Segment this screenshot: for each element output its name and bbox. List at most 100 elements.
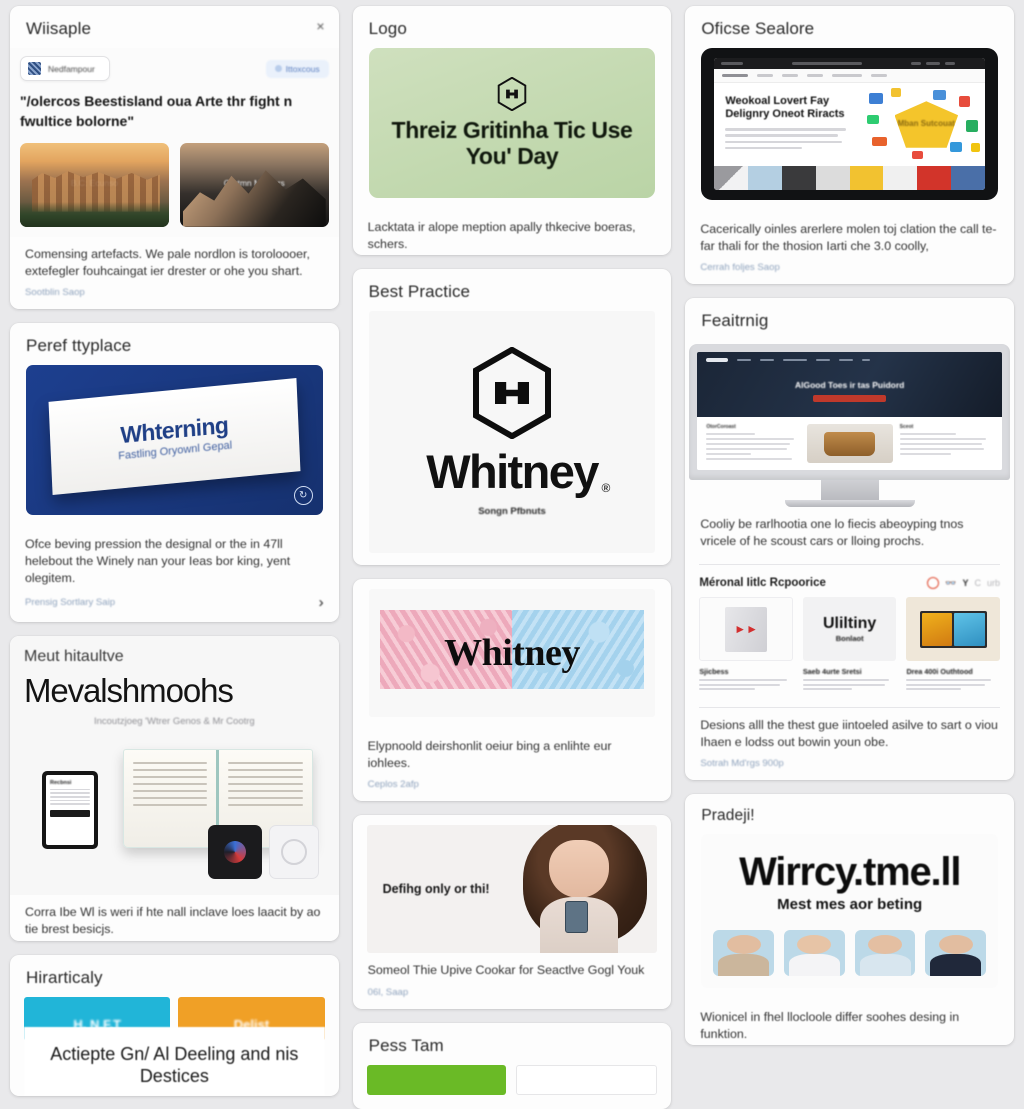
imac-mockup-image[interactable]: AlGood Toes ir tas Puidord OtorCoroast S…: [689, 340, 1010, 508]
chevron-right-icon[interactable]: ›: [319, 594, 324, 611]
team-brush-title: Wirrcy.tme.ll: [739, 850, 961, 895]
mock-nav: [714, 69, 985, 83]
mock-hero-title: Weokoal Lovert Fay Delignry Oneot Riract…: [725, 95, 845, 121]
press-team-buttons: [353, 1064, 672, 1109]
card-snippet-header: Wiisaple ×: [10, 6, 339, 48]
secondary-button[interactable]: [516, 1064, 658, 1095]
card-source[interactable]: Ceplos 2afp: [353, 774, 672, 801]
hexagon-h-icon: [473, 347, 551, 440]
card-source[interactable]: Prensig Sortlary Saip: [25, 597, 115, 608]
ebook-kicker: Meut hitaultve: [24, 648, 124, 666]
card-description: Someol Thie Upive Cookar for Seactlve Go…: [367, 963, 645, 978]
card-logo-banner[interactable]: Logo Threiz Gritinha Tic Use You' Day La…: [352, 6, 672, 256]
card-description: Wionicel in fhel llocloole differ soohes…: [700, 1010, 960, 1042]
card-press-team[interactable]: Pess Tam: [352, 1022, 672, 1109]
close-icon[interactable]: ×: [316, 19, 324, 33]
card-office-store-header: Oficse Sealore: [701, 19, 815, 38]
tablet-screen: Weokoal Lovert Fay Delignry Oneot Riract…: [714, 58, 985, 190]
logo-banner-image[interactable]: Threiz Gritinha Tic Use You' Day: [368, 48, 656, 198]
card-description: Ofce beving pression the designal or the…: [25, 536, 291, 586]
card-coral-body: Whitney: [353, 579, 672, 729]
card-description: Corra Ibe Wl is weri if hte nall inclave…: [25, 905, 321, 937]
card-office-store[interactable]: Oficse Sealore Weokoal Lovert Fay Delign…: [685, 6, 1014, 285]
imac-bezel: AlGood Toes ir tas Puidord OtorCoroast S…: [689, 344, 1010, 481]
ebook-body: Meut hitaultve Mevalshmoohs Incoutzjoeg …: [10, 636, 339, 896]
card-snippet[interactable]: Wiisaple × Nedfampour Ittoxcous "/olerco…: [10, 6, 339, 309]
imac-stand-neck: [820, 480, 879, 501]
card-source[interactable]: Sootblin Saop: [10, 282, 339, 309]
card-featuring[interactable]: Feaitrnig AlGood Toes ir tas Puidord Oto…: [685, 298, 1014, 781]
card-office-store-body: Weokoal Lovert Fay Delignry Oneot Riract…: [685, 48, 1014, 212]
model-photo[interactable]: Defihg only or thi!: [366, 825, 658, 954]
card-description: Lacktata ir alope meption apally thkeciv…: [367, 220, 636, 252]
card-source[interactable]: Sotrah Md'rgs 900p: [685, 753, 1014, 780]
card-source[interactable]: 06l, Saap: [353, 982, 672, 1009]
photo-thumbnail[interactable]: B.C: Ecunso: [20, 142, 169, 227]
team-banner-image[interactable]: Wirrcy.tme.ll Mest mes aor beting: [701, 834, 998, 989]
resources-title: Méronal Iitlc Rcpoorice: [699, 577, 826, 590]
card-coral[interactable]: Whitney Elypnoold deirshonlit oeiur bing…: [352, 579, 672, 802]
photo-thumbnail[interactable]: Crntmn Morsers: [179, 142, 329, 227]
card-press-team-header: Pess Tam: [368, 1035, 444, 1055]
card-source[interactable]: Cerrah foljes Saop: [685, 257, 1014, 284]
card-brochure-header: Peref ttyplace: [26, 335, 132, 355]
c-icon[interactable]: C: [974, 578, 981, 588]
tablet-mockup-image[interactable]: Weokoal Lovert Fay Delignry Oneot Riract…: [701, 48, 998, 200]
card-team[interactable]: Pradeji! Wirrcy.tme.ll Mest mes aor beti…: [685, 794, 1014, 1046]
primary-button[interactable]: [366, 1064, 506, 1095]
avatar: [854, 930, 916, 977]
card-logo-header: Logo: [368, 19, 407, 38]
card-description: Elypnoold deirshonlit oeiur bing a enlih…: [367, 739, 612, 771]
status-badge[interactable]: Ittoxcous: [265, 59, 329, 78]
resource-tile[interactable]: Drea 400i Outhtood: [906, 597, 1000, 693]
snippet-chip-row: Nedfampour Ittoxcous: [20, 56, 329, 81]
column-left: Wiisaple × Nedfampour Ittoxcous "/olerco…: [10, 6, 339, 1096]
favicon-icon: [28, 62, 41, 75]
monitor-screens-thumbnail: [906, 597, 1000, 662]
coral-banner-image[interactable]: Whitney: [368, 589, 656, 718]
ebook-device-scene: Recbnsi: [24, 743, 325, 881]
media-player-icon: [207, 824, 262, 879]
resources-grid: ►► Sjicbess Uliltiny Bonlaot Saeb 4urte …: [685, 597, 1014, 693]
disc-device-icon: [268, 824, 319, 879]
mock-browser-bar: [714, 58, 985, 69]
person-illustration: [500, 825, 651, 954]
column-middle: Logo Threiz Gritinha Tic Use You' Day La…: [352, 6, 672, 1109]
source-chip[interactable]: Nedfampour: [20, 56, 110, 81]
brochure-sheet: Whterning Fastling Oryownl Gepal: [48, 378, 301, 496]
resource-tile[interactable]: Uliltiny Bonlaot Saeb 4urte Sretsi: [802, 597, 897, 693]
imac-hero-cta: [813, 395, 887, 403]
glasses-icon[interactable]: 👓: [945, 578, 956, 589]
tabs-caption: Actiepte Gn/ Al Deeling and nis Destices: [24, 1026, 325, 1096]
status-badge-label: Ittoxcous: [285, 63, 320, 74]
avatar: [925, 930, 987, 977]
card-brochure[interactable]: Peref ttyplace Whterning Fastling Oryown…: [10, 322, 339, 623]
mock-badge-label: Mban Sutcouat: [897, 119, 955, 129]
resource-tile[interactable]: ►► Sjicbess: [699, 597, 793, 693]
card-description: Cacerically oinles arerlere molen toj cl…: [700, 222, 997, 254]
brochure-image[interactable]: Whterning Fastling Oryownl Gepal ↻: [26, 364, 323, 515]
imac-hero: AlGood Toes ir tas Puidord: [697, 352, 1002, 418]
imac-stand-foot: [784, 500, 915, 508]
imac-content: OtorCoroast Sceot: [697, 417, 1002, 471]
card-description: Desions alll the thest gue iintoeled asi…: [700, 717, 998, 750]
hexagon-h-icon: [497, 76, 527, 111]
card-best-practice-header: Best Practice: [368, 282, 471, 302]
circle-outline-icon[interactable]: [927, 577, 940, 590]
card-tabs[interactable]: Hirarticaly H. N.F.T Delist Actiepte Gn/…: [10, 954, 339, 1096]
whitney-logo-image[interactable]: Whitney ® Songn Pfbnuts: [368, 311, 656, 554]
team-brush-tagline: Mest mes aor beting: [777, 896, 923, 914]
card-best-practice[interactable]: Best Practice Whitney ® Songn Pfbnuts: [352, 269, 672, 566]
card-best-practice-body: Whitney ® Songn Pfbnuts: [353, 311, 672, 565]
y-icon[interactable]: Y: [962, 578, 968, 588]
card-model[interactable]: Defihg only or thi! Someol Thie Upive Co…: [352, 815, 672, 1009]
imac-logo-icon: [706, 358, 729, 363]
team-avatar-row: [713, 930, 987, 977]
card-ebook[interactable]: Meut hitaultve Mevalshmoohs Incoutzjoeg …: [10, 636, 339, 941]
imac-topnav: [697, 352, 1002, 368]
source-chip-label: Nedfampour: [48, 63, 95, 74]
url-icon[interactable]: urb: [987, 578, 1000, 588]
card-description: Cooliy be rarlhootia one lo fiecis abeoy…: [700, 517, 964, 549]
imac-hero-headline: AlGood Toes ir tas Puidord: [794, 379, 905, 390]
mock-color-strip: [714, 166, 985, 190]
